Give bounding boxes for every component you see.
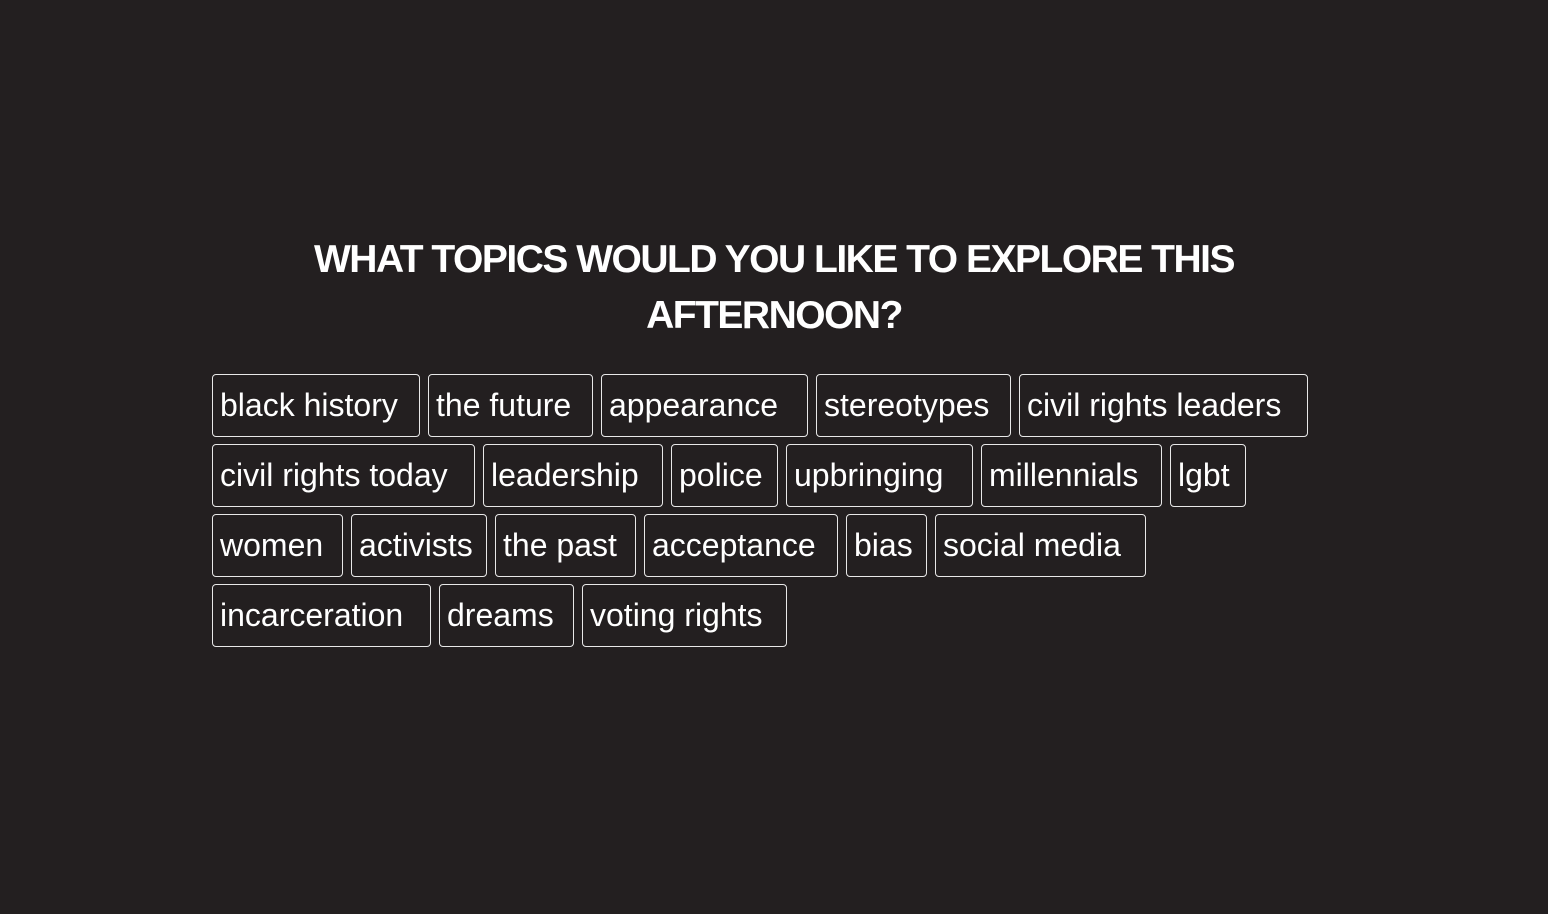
topic-appearance[interactable]: appearance [601,374,808,437]
topic-civil-rights-today[interactable]: civil rights today [212,444,475,507]
topic-row-1: black history the future appearance ster… [212,374,1352,438]
topic-lgbt[interactable]: lgbt [1170,444,1246,507]
topic-social-media[interactable]: social media [935,514,1146,577]
topic-dreams[interactable]: dreams [439,584,574,647]
topic-voting-rights[interactable]: voting rights [582,584,787,647]
topic-upbringing[interactable]: upbringing [786,444,973,507]
topic-black-history[interactable]: black history [212,374,420,437]
topic-the-future[interactable]: the future [428,374,593,437]
topic-incarceration[interactable]: incarceration [212,584,431,647]
topic-bias[interactable]: bias [846,514,927,577]
topic-activists[interactable]: activists [351,514,487,577]
topic-millennials[interactable]: millennials [981,444,1162,507]
topic-row-3: women activists the past acceptance bias… [212,514,1352,578]
topic-the-past[interactable]: the past [495,514,636,577]
topic-acceptance[interactable]: acceptance [644,514,838,577]
topic-women[interactable]: women [212,514,343,577]
topic-leadership[interactable]: leadership [483,444,663,507]
title-line-1: WHAT TOPICS WOULD YOU LIKE TO EXPLORE TH… [314,238,1236,281]
topic-civil-rights-leaders[interactable]: civil rights leaders [1019,374,1308,437]
title-line-2: AFTERNOON? [646,294,903,337]
topic-police[interactable]: police [671,444,778,507]
page-title: WHAT TOPICS WOULD YOU LIKE TO EXPLORE TH… [0,232,1548,344]
topic-row-2: civil rights today leadership police upb… [212,444,1352,508]
topic-stereotypes[interactable]: stereotypes [816,374,1011,437]
topic-list: black history the future appearance ster… [212,374,1352,654]
topic-row-4: incarceration dreams voting rights [212,584,1352,648]
